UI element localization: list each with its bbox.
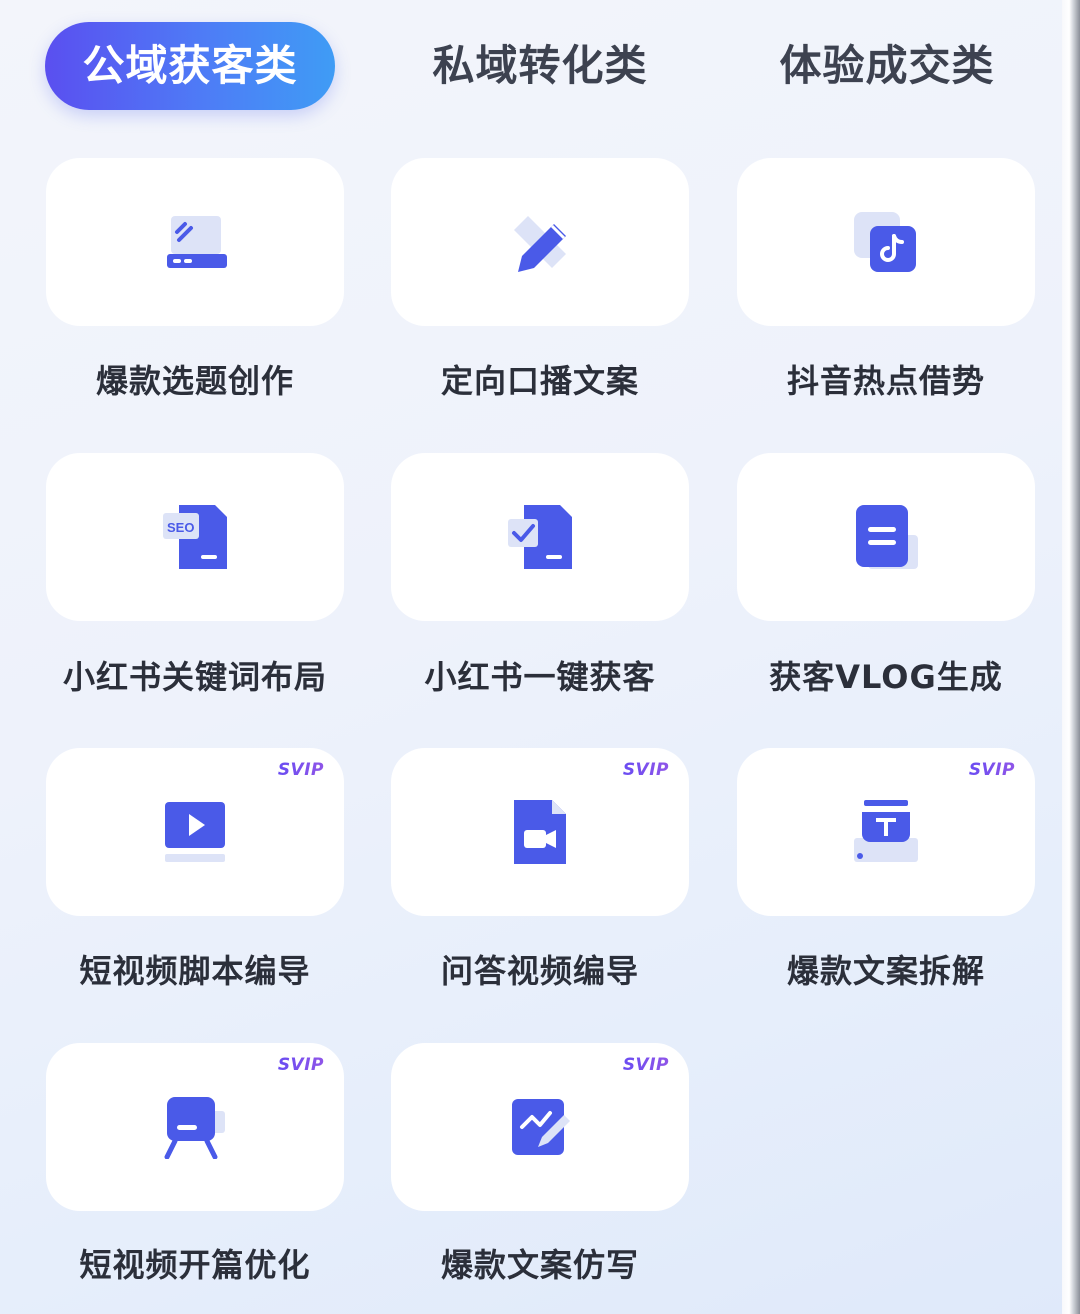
- laptop-topic-icon: [167, 216, 227, 268]
- tool-label: 问答视频编导: [440, 952, 639, 990]
- tool-card-xhs-acquire[interactable]: [391, 453, 689, 621]
- tool-label: 获客VLOG生成: [769, 658, 1003, 696]
- svip-badge: SVIP: [622, 760, 669, 780]
- edit-chart-icon: [512, 1099, 570, 1155]
- tool-label: 小红书一键获客: [424, 658, 656, 696]
- video-file-icon: [514, 800, 566, 864]
- tool-label: 小红书关键词布局: [62, 658, 327, 696]
- tool-card-xhs-keywords[interactable]: SEO: [46, 453, 344, 621]
- tool-card-topic-creation[interactable]: [46, 158, 344, 326]
- play-video-icon: [165, 802, 225, 862]
- tool-card-opening-optimize[interactable]: SVIP: [46, 1043, 344, 1211]
- svip-badge: SVIP: [968, 760, 1015, 780]
- tool-card-short-video-script[interactable]: SVIP: [46, 748, 344, 916]
- svg-text:SEO: SEO: [167, 520, 194, 535]
- seo-doc-icon: SEO: [163, 505, 227, 569]
- tool-label: 爆款文案拆解: [786, 952, 985, 990]
- category-tabs: 公域获客类 私域转化类 体验成交类: [0, 22, 1062, 112]
- svip-badge: SVIP: [277, 1055, 324, 1075]
- tool-label: 爆款选题创作: [95, 362, 294, 400]
- svip-badge: SVIP: [622, 1055, 669, 1075]
- tool-label: 短视频脚本编导: [79, 952, 311, 990]
- tool-card-vlog[interactable]: [737, 453, 1035, 621]
- tool-card-douyin-trends[interactable]: [737, 158, 1035, 326]
- tool-label: 短视频开篇优化: [79, 1246, 311, 1284]
- pencil-icon: [514, 216, 566, 272]
- tool-label: 爆款文案仿写: [440, 1246, 639, 1284]
- tab-public-acquisition[interactable]: 公域获客类: [45, 22, 335, 110]
- tool-card-copy-breakdown[interactable]: SVIP: [737, 748, 1035, 916]
- tab-experience-deal[interactable]: 体验成交类: [742, 22, 1032, 110]
- check-doc-icon: [508, 505, 572, 569]
- svip-badge: SVIP: [277, 760, 324, 780]
- tool-label: 定向口播文案: [440, 362, 639, 400]
- presenter-board-icon: [164, 1097, 225, 1159]
- scrollbar-edge: [1062, 0, 1080, 1314]
- tool-card-copy-imitate[interactable]: SVIP: [391, 1043, 689, 1211]
- tab-private-conversion[interactable]: 私域转化类: [395, 22, 685, 110]
- douyin-icon: [854, 212, 916, 272]
- document-icon: [856, 505, 918, 569]
- text-tool-icon: [854, 800, 918, 862]
- tool-card-qa-video[interactable]: SVIP: [391, 748, 689, 916]
- tool-card-directed-script[interactable]: [391, 158, 689, 326]
- tool-label: 抖音热点借势: [786, 362, 985, 400]
